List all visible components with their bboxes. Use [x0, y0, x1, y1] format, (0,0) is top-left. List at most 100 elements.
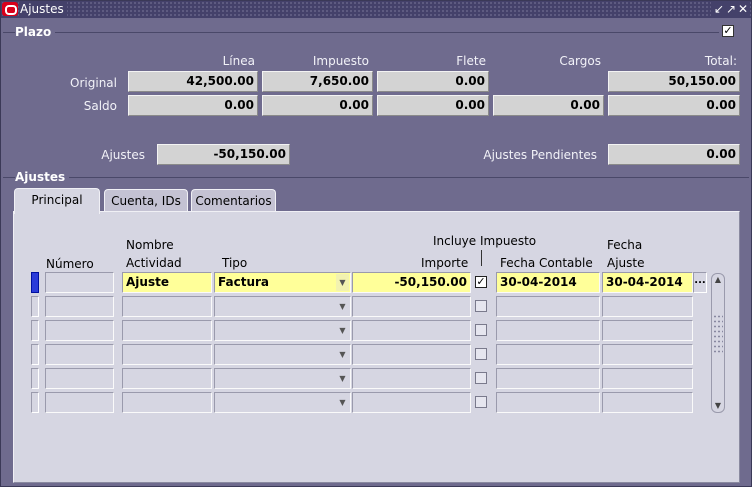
close-icon[interactable]: ✕	[737, 1, 749, 18]
actividad-field[interactable]	[122, 344, 212, 365]
col-incluye-impuesto: Incluye Impuesto	[433, 234, 537, 248]
scroll-thumb[interactable]	[713, 314, 723, 354]
window-title: Ajustes	[19, 2, 67, 17]
numero-field[interactable]	[45, 296, 114, 317]
incluye-impuesto-checkbox[interactable]	[475, 324, 487, 336]
minimize-icon[interactable]: ↙	[713, 1, 725, 18]
importe-field[interactable]: -50,150.00	[352, 272, 471, 293]
row-selector[interactable]	[31, 296, 39, 317]
tipo-select[interactable]: ▼	[214, 392, 351, 413]
tipo-select[interactable]: ▼	[214, 368, 351, 389]
fecha-ajuste-field[interactable]	[602, 344, 693, 365]
plazo-collapse-checkbox[interactable]: ✓	[722, 25, 734, 37]
numero-field[interactable]	[45, 392, 114, 413]
chevron-down-icon[interactable]: ▼	[336, 394, 349, 411]
actividad-field[interactable]	[122, 296, 212, 317]
chevron-down-icon[interactable]: ▼	[336, 322, 349, 339]
col-numero: Número	[46, 257, 94, 271]
fecha-ajuste-field[interactable]	[602, 368, 693, 389]
fecha-ajuste-field[interactable]	[602, 320, 693, 341]
fecha-ajuste-field[interactable]	[602, 392, 693, 413]
incluye-impuesto-checkbox[interactable]	[475, 348, 487, 360]
numero-field[interactable]	[45, 320, 114, 341]
col-tipo: Tipo	[222, 256, 248, 270]
actividad-field[interactable]	[122, 320, 212, 341]
header-linea: Línea	[222, 54, 255, 68]
incluye-impuesto-checkbox[interactable]: ✓	[475, 276, 487, 288]
col-nombre: Nombre	[126, 238, 174, 252]
incluye-impuesto-checkbox[interactable]	[475, 396, 487, 408]
incluye-impuesto-checkbox[interactable]	[475, 372, 487, 384]
row-selector[interactable]	[31, 272, 39, 293]
chevron-down-icon[interactable]: ▼	[336, 298, 349, 315]
saldo-label: Saldo	[83, 99, 117, 113]
row-selector[interactable]	[31, 344, 39, 365]
tipo-select[interactable]: ▼	[214, 296, 351, 317]
actividad-field[interactable]	[122, 368, 212, 389]
importe-field[interactable]	[352, 368, 471, 389]
header-flete: Flete	[456, 54, 486, 68]
fecha-contable-field[interactable]	[496, 368, 600, 389]
col-actividad: Actividad	[126, 256, 182, 270]
importe-field[interactable]	[352, 392, 471, 413]
chevron-down-icon[interactable]: ▼	[336, 346, 349, 363]
header-total: Total:	[704, 54, 737, 68]
fecha-ajuste-field[interactable]: 30-04-2014	[602, 272, 693, 293]
chevron-down-icon[interactable]: ▼	[336, 274, 349, 291]
header-cargos: Cargos	[559, 54, 601, 68]
original-linea-field: 42,500.00	[128, 71, 258, 92]
tab-cuenta-ids[interactable]: Cuenta, IDs	[104, 189, 188, 213]
saldo-linea-field: 0.00	[128, 95, 258, 116]
chevron-down-icon[interactable]: ▼	[336, 370, 349, 387]
plazo-section-title: Plazo	[15, 25, 56, 39]
fecha-contable-field[interactable]	[496, 320, 600, 341]
fecha-contable-field[interactable]	[496, 392, 600, 413]
tab-comentarios[interactable]: Comentarios	[191, 189, 276, 213]
fecha-contable-field[interactable]: 30-04-2014	[496, 272, 600, 293]
saldo-impuesto-field: 0.00	[262, 95, 373, 116]
importe-field[interactable]	[352, 344, 471, 365]
importe-field[interactable]	[352, 296, 471, 317]
original-flete-field: 0.00	[377, 71, 489, 92]
importe-field[interactable]	[352, 320, 471, 341]
incluye-impuesto-checkbox[interactable]	[475, 300, 487, 312]
row-selector[interactable]	[31, 320, 39, 341]
col-ajuste: Ajuste	[607, 256, 645, 270]
header-impuesto: Impuesto	[312, 54, 369, 68]
row-selector[interactable]	[31, 368, 39, 389]
scroll-down-icon[interactable]: ▼	[712, 400, 724, 412]
title-bar[interactable]: Ajustes ↙ ↗ ✕	[1, 1, 751, 18]
fecha-contable-field[interactable]	[496, 344, 600, 365]
actividad-field[interactable]: Ajuste	[122, 272, 212, 293]
plazo-divider	[3, 32, 719, 33]
saldo-total-field: 0.00	[608, 95, 740, 116]
fecha-ajuste-field[interactable]	[602, 296, 693, 317]
ajustes-total-label: Ajustes	[101, 148, 145, 162]
ajustes-section-title: Ajustes	[15, 170, 70, 184]
ajustes-total-field: -50,150.00	[157, 144, 290, 165]
original-label: Original	[70, 76, 117, 90]
col-fecha-contable: Fecha Contable	[500, 256, 593, 270]
oracle-app-icon	[2, 2, 18, 16]
actividad-field[interactable]	[122, 392, 212, 413]
tipo-select[interactable]: ▼	[214, 320, 351, 341]
ajustes-pendientes-label: Ajustes Pendientes	[483, 148, 597, 162]
table-vertical-scrollbar[interactable]: ▲ ▼	[711, 273, 725, 413]
ajustes-pendientes-field: 0.00	[608, 144, 740, 165]
row-selector[interactable]	[31, 392, 39, 413]
lov-button[interactable]: ...	[693, 272, 707, 293]
incluye-impuesto-marker	[481, 250, 482, 266]
col-fecha: Fecha	[607, 238, 643, 252]
scroll-up-icon[interactable]: ▲	[712, 274, 724, 286]
maximize-icon[interactable]: ↗	[725, 1, 737, 18]
numero-field[interactable]	[45, 272, 114, 293]
saldo-flete-field: 0.00	[377, 95, 489, 116]
tipo-select[interactable]: ▼	[214, 344, 351, 365]
ajustes-divider	[3, 177, 749, 178]
original-total-field: 50,150.00	[608, 71, 740, 92]
tipo-select[interactable]: Factura ▼	[214, 272, 351, 293]
numero-field[interactable]	[45, 368, 114, 389]
tab-principal[interactable]: Principal	[14, 188, 100, 214]
fecha-contable-field[interactable]	[496, 296, 600, 317]
numero-field[interactable]	[45, 344, 114, 365]
